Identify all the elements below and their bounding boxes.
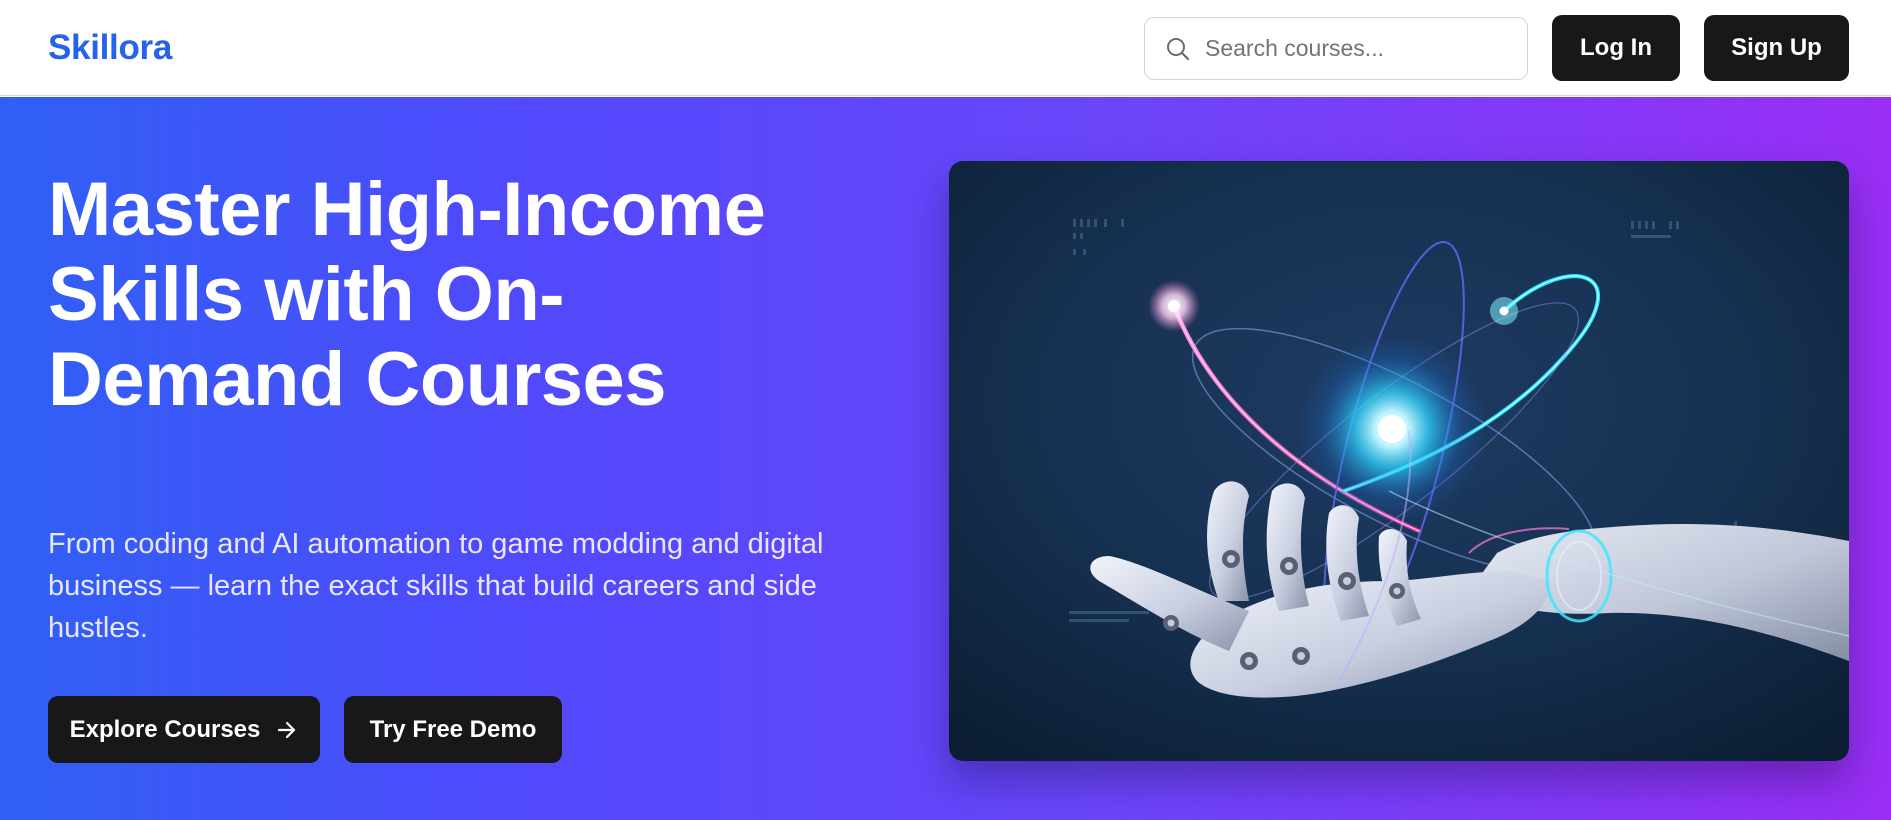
hero-subtext: From coding and AI automation to game mo… (48, 528, 824, 644)
explore-courses-label: Explore Courses (69, 715, 261, 743)
signup-button[interactable]: Sign Up (1704, 15, 1849, 81)
top-navbar: Skillora Log In Sign Up (0, 0, 1891, 96)
brand-logo[interactable]: Skillora (48, 28, 172, 68)
search-box[interactable] (1144, 17, 1528, 80)
try-free-demo-label: Try Free Demo (369, 715, 537, 743)
explore-courses-button[interactable]: Explore Courses (48, 696, 320, 763)
search-icon (1167, 38, 1190, 61)
robot-hand-atom-illustration (949, 161, 1849, 761)
hero-headline: Master High-Income Skills with On-Demand… (48, 167, 766, 422)
search-input[interactable] (1205, 18, 1517, 79)
hero-section: Master High-Income Skills with On-Demand… (0, 97, 1891, 820)
hero-image (949, 161, 1849, 761)
login-button[interactable]: Log In (1552, 15, 1680, 81)
arrow-right-icon (278, 721, 296, 738)
try-free-demo-button[interactable]: Try Free Demo (344, 696, 562, 763)
